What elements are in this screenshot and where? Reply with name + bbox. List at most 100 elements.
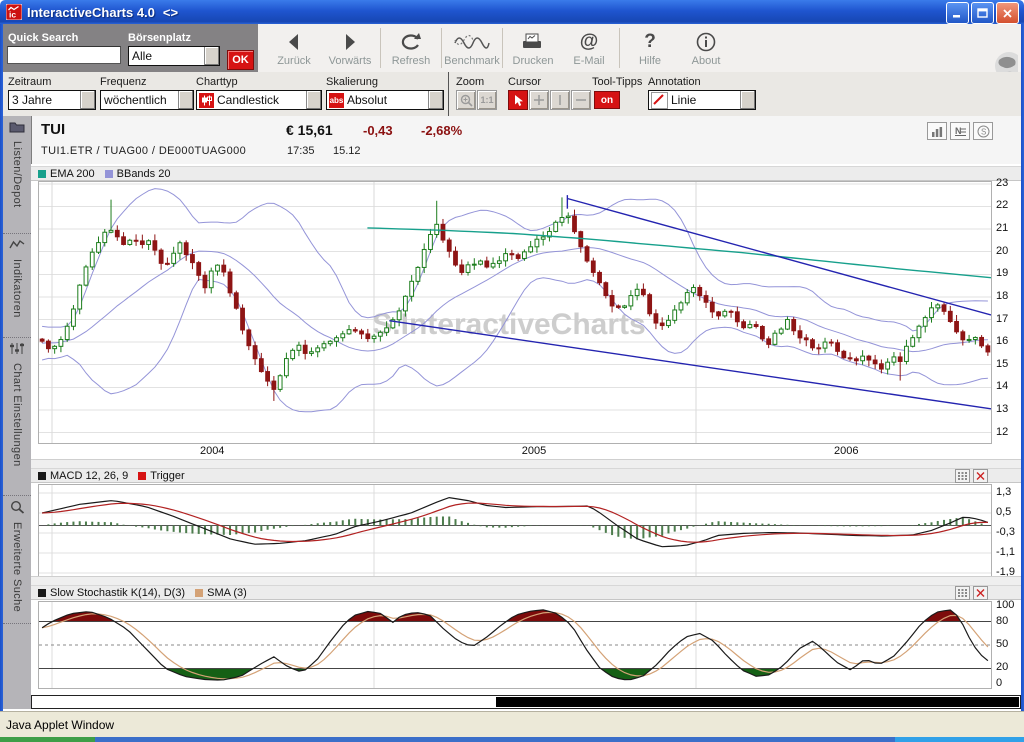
close-button[interactable] [996,2,1019,24]
cursor-hline-button[interactable] [571,90,591,110]
legend-label: EMA 200 [50,168,95,180]
y-tick-label: 18 [996,290,1008,302]
toolbar-button-label: Vorwärts [329,55,372,67]
s-circle-icon[interactable]: S [973,122,993,140]
macd-plot[interactable] [38,484,992,578]
toolbar-separator [380,28,381,68]
toolbar-button-waves[interactable]: Benchmark [444,26,500,70]
zeitraum-select[interactable]: 3 Jahre [8,90,96,110]
scrollbar-track[interactable] [31,695,1021,709]
toolbar-button-question[interactable]: ?Hilfe [622,26,678,70]
back-arrow-icon [283,30,305,54]
legend-label: SMA (3) [207,587,247,599]
sidebar-tab-label: Indikatoren [11,259,23,318]
toolbar-button-back-arrow[interactable]: Zurück [266,26,322,70]
printer-icon [520,30,546,54]
sidebar-tab-erweiterte-suche[interactable]: Erweiterte Suche [3,496,31,624]
y-tick-label: 20 [996,245,1008,257]
stochastic-y-axis: 1008050200 [994,601,1024,687]
sidebar-tab-listen-depot[interactable]: Listen/Depot [3,116,31,234]
abs-scale-icon: abs [329,93,344,108]
dropdown-arrow-icon[interactable] [428,91,443,109]
macd-panel-tools [955,469,988,483]
toolbar-separator [502,28,503,68]
cursor-pointer-button[interactable] [508,90,528,110]
question-icon: ? [644,30,656,54]
toolbar-buttons: Zurück Vorwärts Refresh Benchmark Drucken@E-… [266,26,734,70]
macd-y-axis: 1,30,5-0,3-1,1-1,9 [994,484,1024,576]
quote-bar: TUI TUI1.ETR / TUAG00 / DE000TUAG000 € 1… [31,116,1021,166]
charttyp-select[interactable]: Candlestick [196,90,322,110]
close-panel-icon[interactable] [973,586,988,600]
stochastic-plot[interactable] [38,601,992,689]
y-tick-label: -0,3 [996,526,1015,538]
sidebar-tab-chart-einstellungen[interactable]: Chart Einstellungen [3,338,31,496]
quick-search-input[interactable] [7,46,121,64]
skalierung-select[interactable]: abs Absolut [326,90,444,110]
toolbar-button-label: Benchmark [444,55,500,67]
maximize-button[interactable] [971,2,994,24]
title-bar[interactable]: ic InteractiveCharts 4.0 <> [0,0,1024,24]
toolbar-button-label: E-Mail [573,55,604,67]
zoom-in-button[interactable] [456,90,476,110]
toolbar-button-label: Refresh [392,55,431,67]
toolbar-divider [448,72,449,116]
y-tick-label: 1,3 [996,486,1011,498]
stochastic-legend: Slow Stochastik K(14), D(3)SMA (3) [31,585,1024,600]
line-annotation-icon [651,92,668,109]
svg-text:N: N [955,126,962,136]
ok-button[interactable]: OK [227,50,254,70]
legend-swatch [105,170,113,178]
forward-arrow-icon [339,30,361,54]
y-tick-label: 13 [996,403,1008,415]
magnifier-icon [10,500,25,517]
toolbar-button-label: Zurück [277,55,311,67]
restore-panel-icon[interactable] [955,469,970,483]
boersenplatz-label: Börsenplatz [128,32,191,44]
quote-price: € 15,61 [286,122,333,138]
dropdown-arrow-icon[interactable] [306,91,321,109]
cursor-crosshair-button[interactable] [529,90,549,110]
cursor-vline-button[interactable] [550,90,570,110]
toolbar-button-label: Hilfe [639,55,661,67]
dropdown-arrow-icon[interactable] [740,91,755,109]
boersenplatz-select[interactable]: Alle [128,46,220,66]
price-chart-plot[interactable]: S.InteractiveCharts [38,181,992,444]
toolbar-button-forward-arrow[interactable]: Vorwärts [322,26,378,70]
dropdown-arrow-icon[interactable] [178,91,193,109]
status-bar: Java Applet Window [0,711,1024,737]
toolbar-button-label: About [692,55,721,67]
frequenz-select[interactable]: wöchentlich [100,90,194,110]
sidebar-tab-indikatoren[interactable]: Indikatoren [3,234,31,338]
restore-panel-icon[interactable] [955,586,970,600]
annotation-select[interactable]: Linie [648,90,756,110]
y-tick-label: 14 [996,380,1008,392]
y-tick-label: 50 [996,638,1008,650]
svg-text:S: S [981,127,986,136]
toolbar-button-at[interactable]: @E-Mail [561,26,617,70]
skalierung-label: Skalierung [326,76,378,88]
close-panel-icon[interactable] [973,469,988,483]
scrollbar-thumb[interactable] [496,697,1019,707]
macd-legend: MACD 12, 26, 9Trigger [31,468,1024,483]
minimize-button[interactable] [946,2,969,24]
toolbar-button-printer[interactable]: Drucken [505,26,561,70]
taskbar-tray-segment [895,737,1024,742]
legend-label: MACD 12, 26, 9 [50,470,128,482]
y-tick-label: 16 [996,335,1008,347]
sidebar-filler [3,624,31,694]
skalierung-value: Absolut [344,93,428,107]
zeitraum-label: Zeitraum [8,76,51,88]
status-text: Java Applet Window [6,718,114,732]
dropdown-arrow-icon[interactable] [80,91,95,109]
bar-chart-icon[interactable] [927,122,947,140]
folder-icon [9,120,25,136]
dropdown-arrow-icon[interactable] [204,47,219,65]
toolbar-button-info[interactable]: About [678,26,734,70]
toolbar-button-refresh[interactable]: Refresh [383,26,439,70]
news-icon[interactable]: N [950,122,970,140]
tooltipps-on-button[interactable]: on [594,91,620,109]
refresh-icon [398,30,424,54]
app-logo-icon: ic [6,4,22,20]
zoom-one-to-one-button[interactable]: 1:1 [477,90,497,110]
